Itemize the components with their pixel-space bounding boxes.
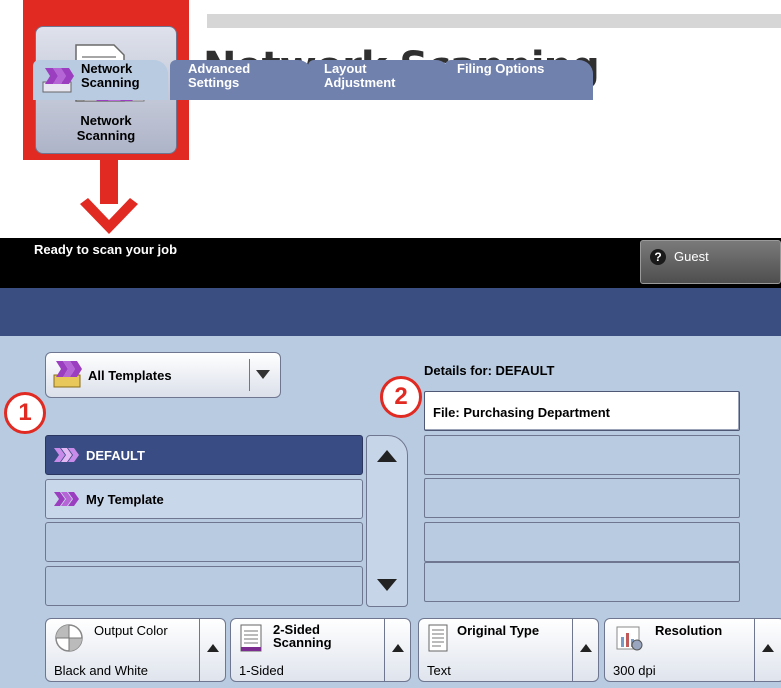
- resolution-value: 300 dpi: [613, 663, 656, 678]
- output-color-title: Output Color: [94, 623, 168, 638]
- guest-label: Guest: [674, 249, 709, 264]
- network-scanning-home-label: Network Scanning: [76, 113, 136, 143]
- network-scanning-tab-icon: [42, 68, 74, 93]
- details-row-empty[interactable]: [424, 522, 740, 562]
- original-type-expand[interactable]: [572, 619, 598, 681]
- status-bar: Ready to scan your job ? Guest: [0, 238, 781, 288]
- template-chevrons-icon: [54, 448, 79, 462]
- tab-advanced-settings[interactable]: Advanced Settings: [170, 60, 312, 100]
- original-type-icon: [428, 624, 448, 652]
- resolution-icon: [616, 626, 643, 651]
- status-message: Ready to scan your job: [34, 242, 178, 257]
- tab-filing-options-label: Filing Options: [457, 61, 545, 76]
- output-color-icon: [55, 624, 83, 652]
- callout-badge-1: 1: [4, 392, 46, 434]
- two-sided-value: 1-Sided: [239, 663, 284, 678]
- details-title: Details for: DEFAULT: [424, 363, 555, 378]
- two-sided-title: 2-Sided Scanning: [273, 622, 332, 650]
- details-row-empty[interactable]: [424, 562, 740, 602]
- resolution-button[interactable]: Resolution 300 dpi: [604, 618, 781, 682]
- output-color-button[interactable]: Output Color Black and White: [45, 618, 226, 682]
- output-color-expand[interactable]: [199, 619, 225, 681]
- heading-rule: [207, 14, 781, 28]
- template-chevrons-icon: [54, 492, 79, 506]
- resolution-expand[interactable]: [754, 619, 780, 681]
- two-sided-icon: [240, 624, 262, 652]
- template-row-empty[interactable]: [45, 566, 363, 606]
- template-row-empty[interactable]: [45, 522, 363, 562]
- tab-layout-adjustment[interactable]: Layout Adjustment: [308, 60, 450, 100]
- template-folder-icon: [53, 361, 82, 388]
- tab-layout-adjustment-label: Layout Adjustment: [324, 61, 396, 90]
- chevron-up-icon: [392, 644, 404, 652]
- callout-badge-2: 2: [380, 376, 422, 418]
- scroll-down-icon: [377, 579, 397, 591]
- tab-network-scanning-label: Network Scanning: [81, 61, 140, 90]
- template-row-default[interactable]: DEFAULT: [45, 435, 363, 475]
- help-user-icon: ?: [650, 249, 666, 265]
- down-arrow-icon: [80, 198, 138, 234]
- original-type-value: Text: [427, 663, 451, 678]
- template-row-my-template[interactable]: My Template: [45, 479, 363, 519]
- scroll-down-button[interactable]: [366, 566, 408, 606]
- tab-network-scanning[interactable]: Network Scanning: [33, 60, 168, 100]
- template-filter-label: All Templates: [88, 368, 172, 383]
- tab-advanced-settings-label: Advanced Settings: [188, 61, 251, 90]
- template-name: DEFAULT: [86, 448, 145, 463]
- tab-filing-options[interactable]: Filing Options: [445, 60, 593, 100]
- chevron-up-icon: [207, 644, 219, 652]
- resolution-title: Resolution: [655, 623, 723, 638]
- details-file-row[interactable]: File: Purchasing Department: [424, 391, 740, 431]
- details-row-empty[interactable]: [424, 478, 740, 518]
- original-type-title: Original Type: [457, 623, 540, 638]
- scroll-up-icon: [377, 450, 397, 462]
- details-file-value: File: Purchasing Department: [433, 405, 610, 420]
- scroll-up-button[interactable]: [366, 435, 408, 475]
- details-row-empty[interactable]: [424, 435, 740, 475]
- dropdown-chevron-icon: [249, 359, 275, 391]
- chevron-up-icon: [580, 644, 592, 652]
- original-type-button[interactable]: Original Type Text: [418, 618, 599, 682]
- two-sided-scanning-button[interactable]: 2-Sided Scanning 1-Sided: [230, 618, 411, 682]
- chevron-up-icon: [762, 644, 774, 652]
- guest-login-button[interactable]: ? Guest: [640, 240, 781, 284]
- template-filter-dropdown[interactable]: All Templates: [45, 352, 281, 398]
- output-color-value: Black and White: [54, 663, 148, 678]
- two-sided-expand[interactable]: [384, 619, 410, 681]
- tab-strip: [0, 288, 781, 336]
- template-name: My Template: [86, 492, 164, 507]
